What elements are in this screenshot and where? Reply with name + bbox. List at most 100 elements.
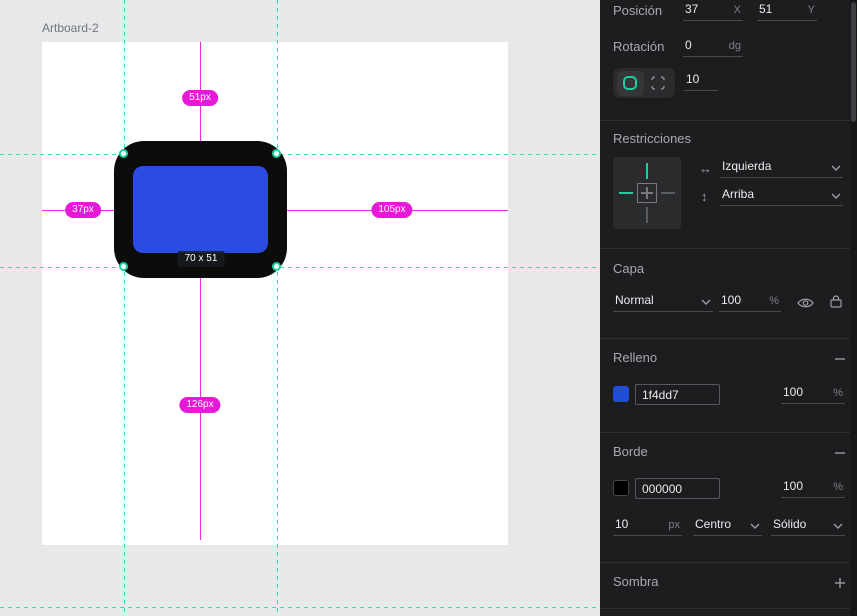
border-color-swatch[interactable]	[613, 480, 629, 496]
layer-opacity-unit: %	[769, 295, 779, 307]
border-hex-box[interactable]	[635, 478, 720, 499]
remove-border-button[interactable]	[831, 444, 849, 462]
constraints-title: Restricciones	[613, 131, 691, 146]
size-badge: 70 x 51	[178, 251, 225, 267]
selected-shape-fill[interactable]	[133, 166, 268, 253]
minus-icon	[834, 353, 846, 365]
border-align-value: Centro	[695, 517, 731, 531]
border-hex-input[interactable]	[636, 482, 719, 496]
canvas-viewport[interactable]: Artboard-2 51px 37px 105px 126px 70 x 51	[0, 0, 600, 616]
plus-icon	[834, 577, 846, 589]
layer-opacity-field[interactable]: %	[719, 292, 781, 312]
divider	[600, 338, 857, 339]
constraints-widget[interactable]	[613, 157, 681, 229]
selection-handle-top-left[interactable]	[119, 149, 128, 158]
constraint-vertical-select[interactable]: Arriba	[720, 186, 843, 206]
border-width-unit: px	[668, 519, 680, 531]
remove-fill-button[interactable]	[831, 350, 849, 368]
radius-all-button[interactable]	[617, 71, 644, 96]
guide-horizontal-top	[0, 154, 600, 155]
position-y-unit: Y	[808, 4, 815, 16]
fill-hex-box[interactable]	[635, 384, 720, 405]
chevron-down-icon	[750, 523, 760, 529]
vertical-arrow-icon: ↕	[701, 189, 708, 204]
border-opacity-input[interactable]	[783, 479, 819, 493]
constraint-right[interactable]	[661, 192, 675, 194]
border-title: Borde	[613, 444, 648, 459]
constraint-left-active[interactable]	[619, 192, 633, 194]
artboard[interactable]	[42, 42, 508, 545]
app-window: Artboard-2 51px 37px 105px 126px 70 x 51…	[0, 0, 857, 616]
visibility-toggle[interactable]	[796, 294, 814, 312]
constraint-center-plus	[646, 187, 648, 199]
divider	[600, 562, 857, 563]
distance-line-vertical	[200, 42, 201, 540]
chevron-down-icon	[831, 193, 841, 199]
selection-handle-top-right[interactable]	[272, 149, 281, 158]
border-align-select[interactable]: Centro	[693, 516, 762, 536]
panel-scrollbar[interactable]	[850, 0, 857, 616]
divider	[600, 120, 857, 121]
selection-handle-bottom-left[interactable]	[119, 262, 128, 271]
divider	[600, 608, 857, 609]
rotation-input[interactable]	[685, 38, 719, 52]
constraint-bottom[interactable]	[646, 207, 648, 223]
fill-hex-input[interactable]	[636, 388, 719, 402]
fill-color-swatch[interactable]	[613, 386, 629, 402]
guide-horizontal-bottom	[0, 267, 600, 268]
position-y-input[interactable]	[759, 2, 793, 16]
constraint-top-active[interactable]	[646, 163, 648, 179]
radius-single-button[interactable]	[645, 71, 672, 96]
eye-icon	[797, 297, 814, 309]
constraint-horizontal-select[interactable]: Izquierda	[720, 158, 843, 178]
rotation-label: Rotación	[613, 39, 664, 54]
layer-opacity-input[interactable]	[721, 293, 756, 307]
chevron-down-icon	[831, 165, 841, 171]
divider	[600, 432, 857, 433]
chevron-down-icon	[701, 299, 711, 305]
radius-single-icon	[651, 76, 665, 90]
blend-mode-value: Normal	[615, 293, 654, 307]
chevron-down-icon	[833, 523, 843, 529]
guide-vertical-left	[124, 0, 125, 616]
shadow-title: Sombra	[613, 574, 659, 589]
radius-input[interactable]	[686, 72, 716, 86]
measure-badge-left: 37px	[65, 202, 101, 218]
radius-mode-group	[613, 68, 675, 98]
lock-icon	[830, 295, 842, 308]
border-opacity-unit: %	[833, 481, 843, 493]
border-width-field[interactable]: px	[613, 516, 682, 536]
position-x-unit: X	[734, 4, 741, 16]
border-opacity-field[interactable]: %	[781, 478, 845, 498]
fill-opacity-field[interactable]: %	[781, 384, 845, 404]
position-x-field[interactable]: X	[683, 1, 743, 21]
position-x-input[interactable]	[685, 2, 719, 16]
fill-opacity-input[interactable]	[783, 385, 819, 399]
lock-toggle[interactable]	[827, 292, 845, 310]
position-label: Posición	[613, 3, 662, 18]
minus-icon	[834, 447, 846, 459]
border-style-value: Sólido	[773, 517, 806, 531]
rotation-field[interactable]: dg	[683, 37, 743, 57]
layer-title: Capa	[613, 261, 644, 276]
add-shadow-button[interactable]	[831, 574, 849, 592]
blend-mode-select[interactable]: Normal	[613, 292, 713, 312]
radius-field[interactable]	[684, 71, 718, 91]
fill-opacity-unit: %	[833, 387, 843, 399]
guide-vertical-right	[277, 0, 278, 616]
fill-title: Relleno	[613, 350, 657, 365]
measure-badge-bottom: 126px	[179, 397, 220, 413]
measure-badge-right: 105px	[371, 202, 412, 218]
panel-scrollbar-thumb[interactable]	[851, 2, 856, 122]
position-y-field[interactable]: Y	[757, 1, 817, 21]
border-width-input[interactable]	[615, 517, 654, 531]
artboard-label[interactable]: Artboard-2	[42, 21, 99, 35]
horizontal-arrow-icon: ↔	[699, 161, 712, 176]
constraint-vertical-value: Arriba	[722, 187, 754, 201]
rotation-unit: dg	[729, 40, 741, 52]
radius-all-icon	[623, 76, 637, 90]
selection-handle-bottom-right[interactable]	[272, 262, 281, 271]
guide-horizontal-canvas-bottom	[0, 607, 600, 608]
design-panel: Posición X Y Rotación dg	[600, 0, 857, 616]
border-style-select[interactable]: Sólido	[771, 516, 845, 536]
